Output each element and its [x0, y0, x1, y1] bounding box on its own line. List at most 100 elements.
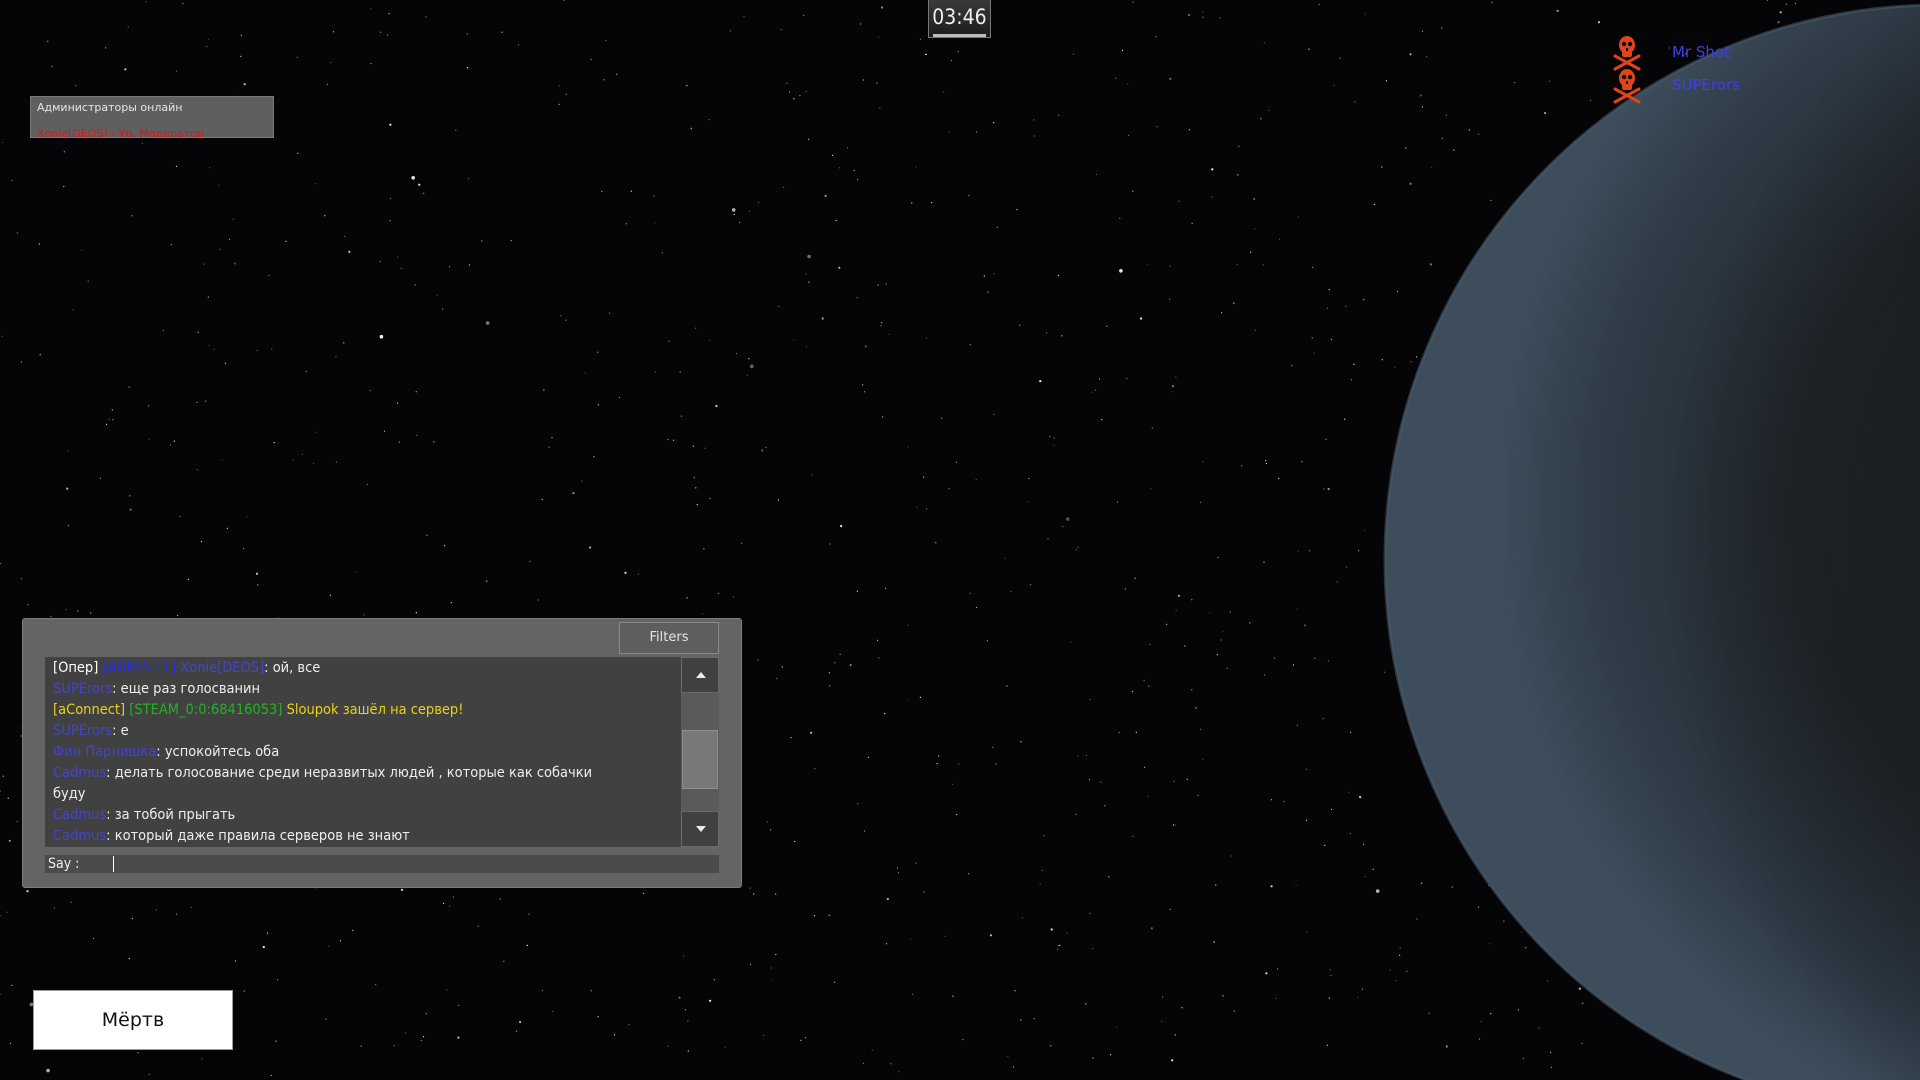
star — [642, 892, 645, 894]
star — [771, 980, 774, 982]
star — [1389, 969, 1391, 971]
star — [834, 662, 836, 664]
star — [1358, 550, 1360, 552]
star — [856, 590, 859, 592]
star — [1100, 781, 1102, 783]
star — [360, 1045, 362, 1047]
star — [1169, 77, 1172, 80]
filters-button[interactable]: Filters — [619, 622, 719, 654]
star — [748, 358, 750, 360]
star — [1127, 83, 1129, 85]
star — [1385, 80, 1387, 82]
star — [1265, 972, 1268, 975]
chat-segment: : делать голосование среди неразвитых лю… — [106, 765, 593, 781]
star — [923, 891, 925, 893]
star — [1202, 16, 1204, 18]
star — [1191, 222, 1193, 224]
star — [679, 371, 681, 373]
star — [1785, 3, 1787, 5]
star — [551, 437, 553, 439]
star — [637, 573, 640, 575]
star — [106, 423, 108, 425]
star — [911, 993, 914, 995]
star — [232, 218, 234, 220]
star — [1277, 968, 1279, 970]
star — [941, 417, 943, 419]
star — [1381, 166, 1383, 168]
star — [948, 488, 950, 490]
star — [324, 215, 326, 217]
star — [1490, 1013, 1492, 1015]
star — [1075, 548, 1077, 551]
scroll-up-button[interactable] — [681, 657, 719, 693]
star — [39, 354, 41, 356]
star — [915, 166, 917, 168]
star — [608, 312, 611, 314]
star — [1119, 217, 1121, 219]
star — [713, 979, 715, 981]
star — [297, 152, 299, 154]
star — [1250, 251, 1252, 253]
star — [543, 389, 545, 391]
star — [849, 665, 851, 667]
star — [38, 243, 40, 245]
star — [256, 349, 258, 352]
star — [1148, 685, 1150, 687]
star — [1095, 173, 1098, 175]
star — [1126, 378, 1128, 380]
chat-segment: [aConnect] — [53, 702, 130, 718]
chat-input[interactable] — [95, 855, 715, 873]
star — [624, 571, 627, 574]
star — [948, 131, 950, 133]
star — [840, 524, 843, 528]
star — [653, 222, 656, 224]
star — [1121, 49, 1124, 52]
star — [601, 190, 603, 192]
star — [9, 1042, 12, 1044]
star — [762, 1034, 765, 1037]
star — [803, 14, 805, 16]
star — [148, 1073, 150, 1075]
star — [882, 416, 884, 418]
star — [1171, 1059, 1174, 1062]
star — [775, 953, 777, 956]
star — [1364, 876, 1366, 878]
star — [957, 50, 959, 53]
scroll-down-button[interactable] — [681, 811, 719, 847]
star — [1265, 460, 1267, 462]
star — [800, 1039, 802, 1041]
star — [1339, 57, 1341, 59]
star — [1012, 1066, 1015, 1068]
star — [881, 6, 884, 9]
star — [66, 487, 69, 490]
star — [1091, 391, 1093, 393]
star — [1028, 477, 1030, 480]
star — [20, 361, 22, 363]
scroll-thumb[interactable] — [682, 730, 718, 789]
star — [452, 896, 454, 898]
star — [907, 624, 909, 627]
star — [810, 731, 813, 734]
star — [296, 56, 298, 58]
star — [1312, 266, 1314, 268]
star — [1043, 835, 1045, 837]
star — [781, 666, 783, 668]
star — [1550, 1051, 1552, 1053]
scroll-track[interactable] — [681, 693, 719, 811]
star — [46, 1068, 50, 1073]
star — [339, 940, 342, 942]
chat-lines: [Опер] [ADMIN L1] Xonie[DEOS]: ой, все SU… — [53, 658, 669, 847]
star — [129, 495, 131, 497]
star — [951, 783, 954, 786]
chat-scrollbar[interactable] — [681, 657, 719, 847]
star — [196, 469, 198, 471]
star — [1039, 380, 1042, 383]
star — [808, 138, 810, 140]
star — [834, 981, 836, 983]
kill-feed-row: SUPErors — [1610, 67, 1890, 104]
star — [1233, 1010, 1235, 1012]
star — [1521, 931, 1523, 933]
star — [616, 73, 618, 75]
kill-feed-name: Mr Shot — [1672, 43, 1730, 61]
star — [1151, 427, 1153, 429]
